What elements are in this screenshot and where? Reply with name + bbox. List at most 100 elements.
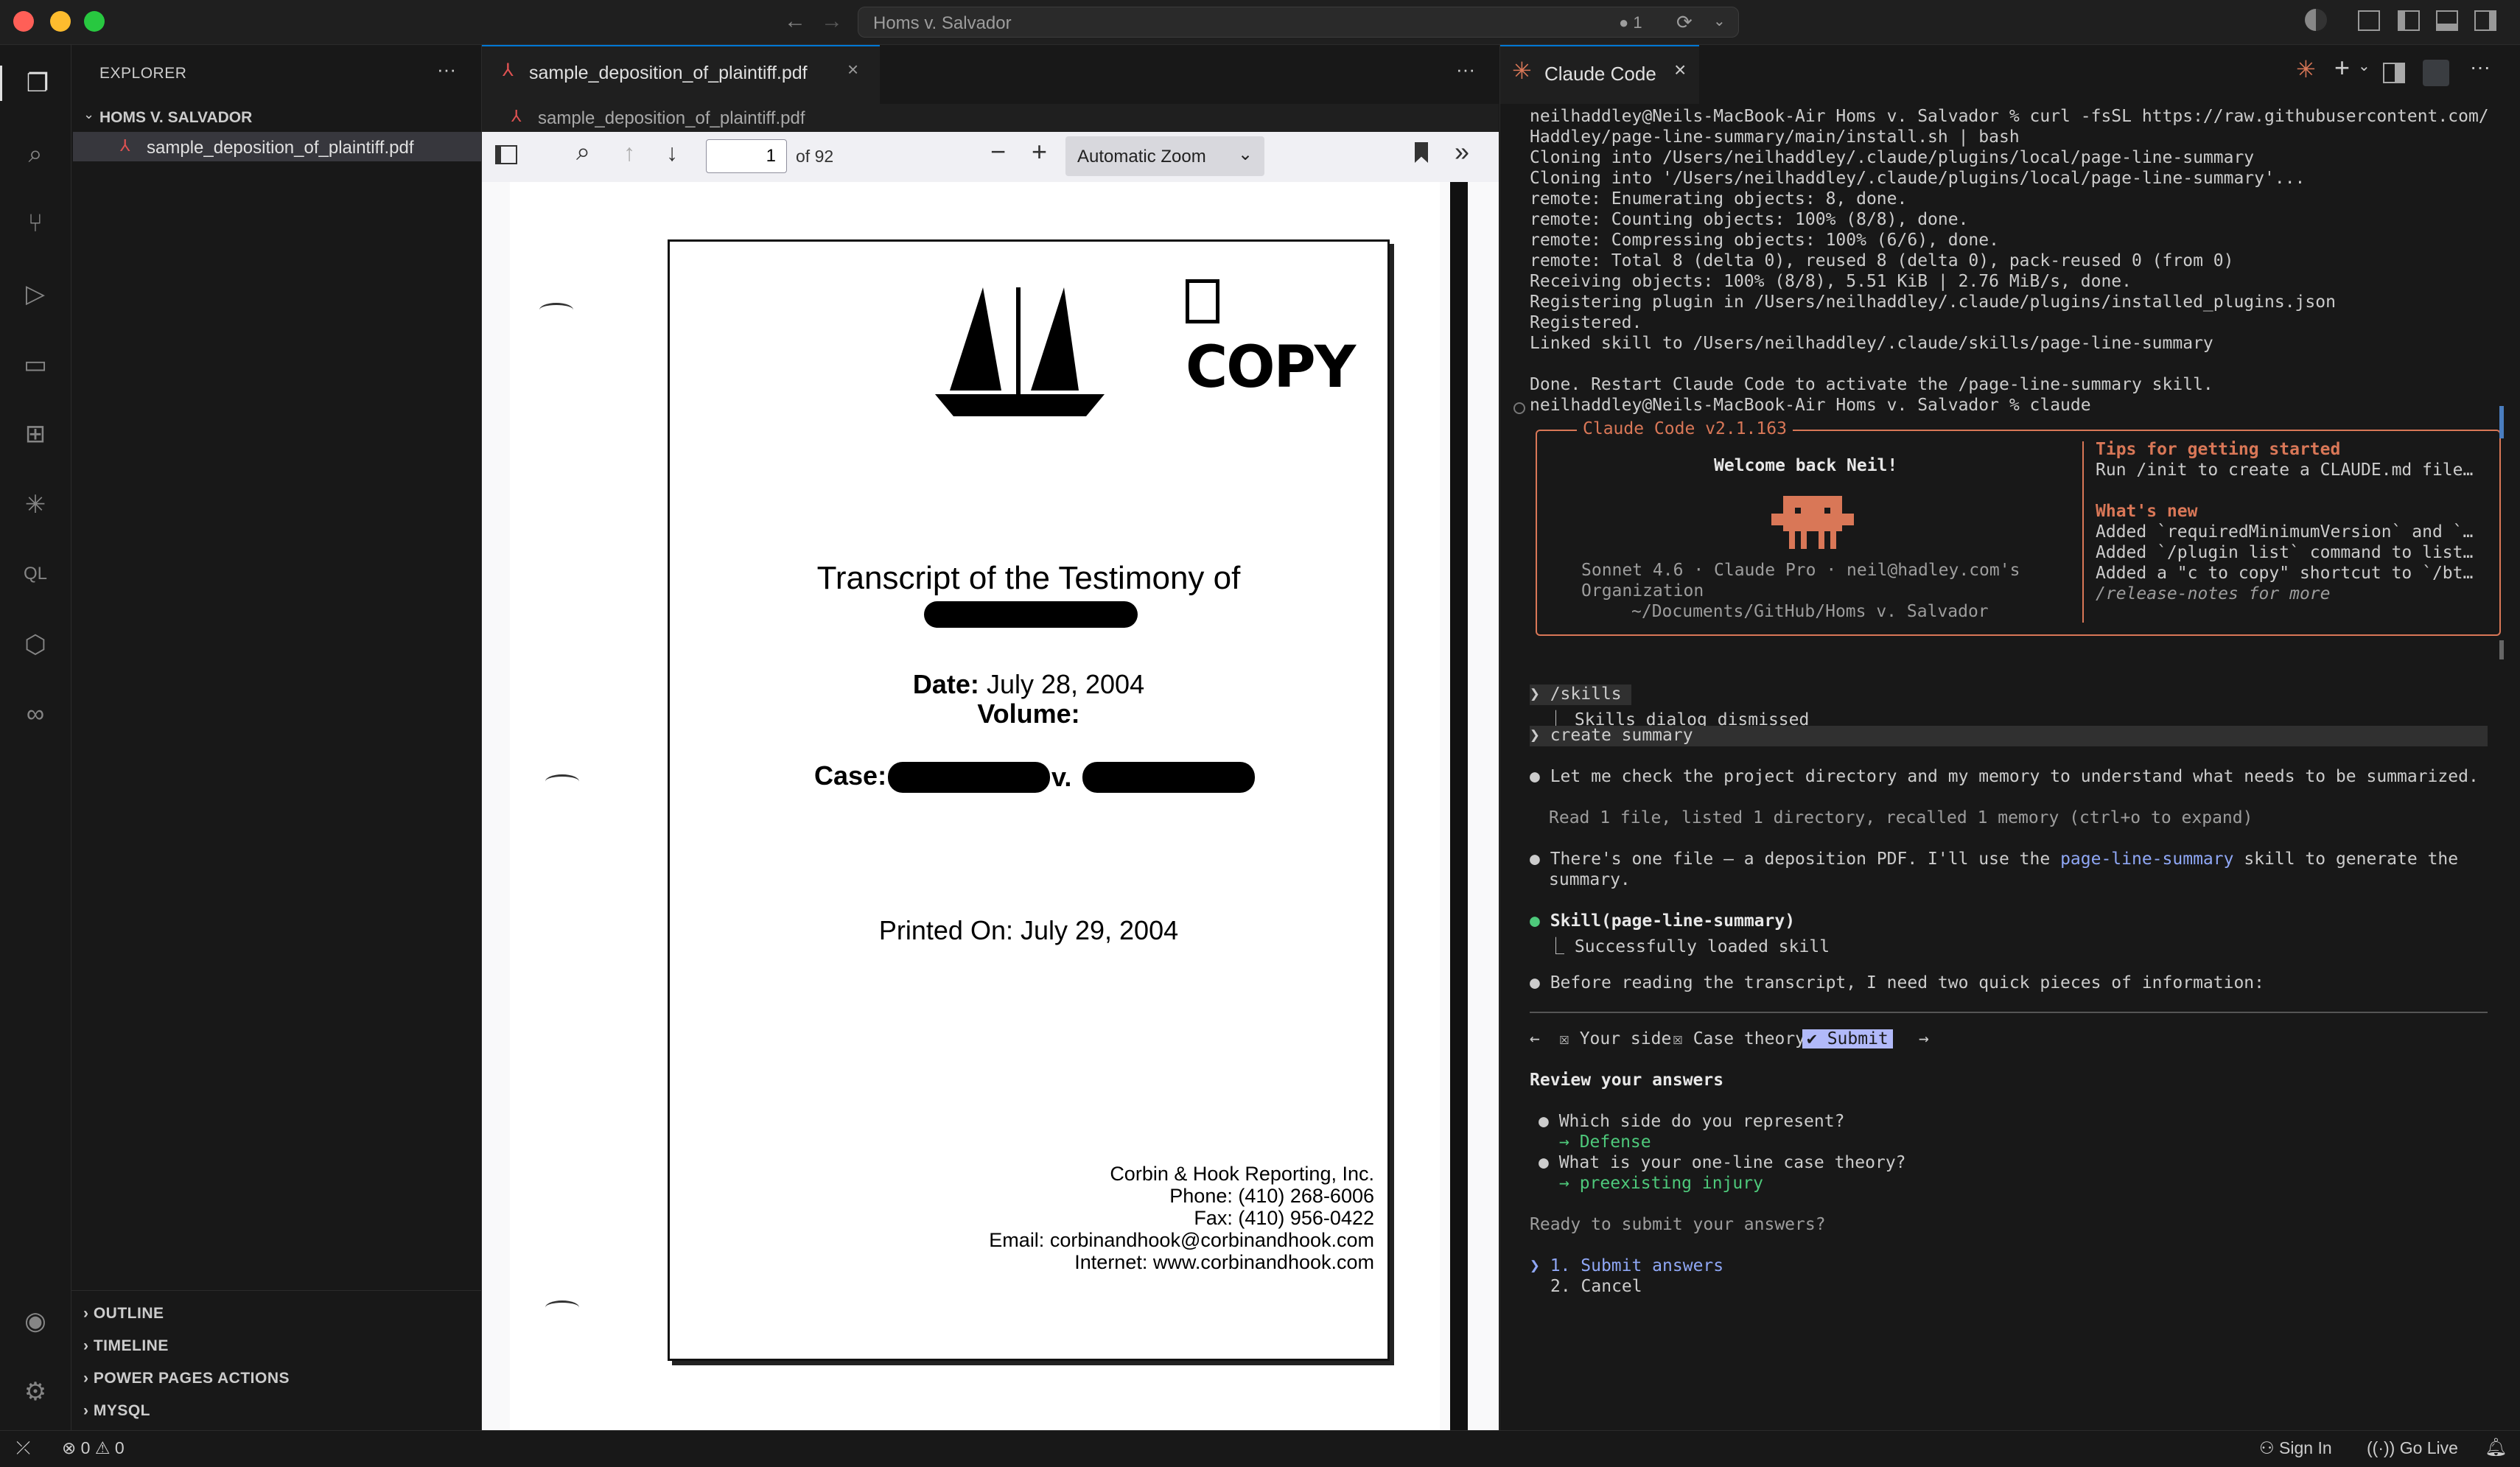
next-page-icon[interactable]: ↓ <box>666 139 678 167</box>
maximize-window-button[interactable] <box>84 11 105 32</box>
broadcast-icon: ((·)) <box>2367 1438 2395 1457</box>
remote-indicator-icon[interactable]: ⤫ <box>16 1438 30 1459</box>
editor-tabs: ⅄ sample_deposition_of_plaintiff.pdf × ·… <box>482 45 1499 104</box>
tab-claude-code[interactable]: ✳ Claude Code × <box>1500 45 1699 104</box>
skill-link[interactable]: page-line-summary <box>2060 850 2233 869</box>
close-tab-icon[interactable]: × <box>847 58 858 81</box>
pdf-file-icon: ⅄ <box>120 136 130 155</box>
page-number-input[interactable] <box>706 139 787 173</box>
power-platform-icon[interactable]: ∞ <box>18 696 53 732</box>
zoom-out-icon[interactable]: − <box>990 136 1006 167</box>
copilot-icon[interactable] <box>2305 9 2327 31</box>
document-frame: COPY Transcript of the Testimony of Date… <box>668 239 1390 1361</box>
terminal-line: Registering plugin in /Users/neilhaddley… <box>1530 293 2336 312</box>
command-center-search[interactable]: Homs v. Salvador ● 1 ⟳ ⌄ <box>858 7 1739 38</box>
assistant-message: ● There's one file — a deposition PDF. I… <box>1530 850 2459 869</box>
scan-mark <box>545 774 579 788</box>
bookmark-icon[interactable] <box>1415 142 1428 163</box>
go-live-button[interactable]: ((·)) Go Live <box>2367 1438 2458 1458</box>
find-icon[interactable]: ⌕ <box>576 138 590 167</box>
sql-icon[interactable]: QL <box>18 556 53 592</box>
copy-stamp: COPY <box>1186 268 1387 401</box>
breadcrumb-item[interactable]: sample_deposition_of_plaintiff.pdf <box>538 108 805 129</box>
organization-line: Organization <box>1581 581 1704 601</box>
command-text: create summary <box>1550 726 1693 745</box>
problems-indicator[interactable]: ● 1 <box>1619 13 1642 32</box>
question-tab-submit[interactable]: ✔ Submit <box>1802 1029 1893 1048</box>
power-pages-actions-section[interactable]: › POWER PAGES ACTIONS <box>83 1370 290 1387</box>
document-title: Transcript of the Testimony of <box>816 560 1241 596</box>
search-icon[interactable]: ⌕ <box>18 136 53 172</box>
close-window-button[interactable] <box>13 11 34 32</box>
explorer-icon[interactable]: ❐ <box>0 66 73 101</box>
claude-code-panel: ✳ Claude Code × ✳ + ⌄ ··· neilhaddley@Ne… <box>1499 45 2520 1430</box>
message-text: There's one file — a deposition PDF. I'l… <box>1550 850 2061 869</box>
notifications-bell-icon[interactable]: 🔔︎ <box>2485 1437 2507 1458</box>
question-tab-case-theory[interactable]: ☒ Case theory <box>1673 1029 1805 1048</box>
zoom-in-icon[interactable]: + <box>1032 136 1047 167</box>
next-question-icon[interactable]: → <box>1919 1029 1929 1048</box>
chat-icon[interactable]: ⟳ <box>1676 11 1693 34</box>
release-notes-link[interactable]: /release-notes for more <box>2096 584 2331 603</box>
more-actions-icon[interactable]: ··· <box>437 58 456 81</box>
tool-summary[interactable]: Read 1 file, listed 1 directory, recalle… <box>1549 808 2253 827</box>
toggle-secondary-sidebar-icon[interactable] <box>2474 10 2496 31</box>
more-actions-icon[interactable]: ··· <box>2470 55 2491 79</box>
terminal-line: Done. Restart Claude Code to activate th… <box>1530 375 2213 394</box>
close-tab-icon[interactable]: × <box>1674 58 1686 82</box>
settings-gear-icon[interactable]: ⚙ <box>18 1374 53 1410</box>
reporter-name: Corbin & Hook Reporting, Inc. <box>1110 1163 1374 1185</box>
panel-tabs: ✳ Claude Code × ✳ + ⌄ ··· <box>1500 45 2520 104</box>
pdf-page: COPY Transcript of the Testimony of Date… <box>510 182 1440 1430</box>
scrollbar-thumb[interactable] <box>2499 640 2504 659</box>
file-row[interactable]: ⅄ sample_deposition_of_plaintiff.pdf <box>73 132 481 161</box>
problems-summary[interactable]: ⊗ 0 ⚠ 0 <box>62 1438 125 1458</box>
ready-prompt: Ready to submit your answers? <box>1530 1215 1826 1234</box>
tab-pdf[interactable]: ⅄ sample_deposition_of_plaintiff.pdf × <box>482 45 880 104</box>
review-question: ● What is your one-line case theory? <box>1539 1153 1906 1172</box>
chevron-down-icon[interactable]: ⌄ <box>2358 57 2370 75</box>
tools-menu-icon[interactable]: » <box>1455 136 1469 167</box>
chevron-down-icon[interactable]: ⌄ <box>1713 12 1726 30</box>
containers-icon[interactable]: ⬡ <box>18 627 53 662</box>
cancel-option[interactable]: 2. Cancel <box>1550 1277 1642 1296</box>
editor-more-actions-icon[interactable]: ··· <box>1456 58 1475 81</box>
path-line: ~/Documents/GitHub/Homs v. Salvador <box>1631 602 1989 621</box>
mysql-section[interactable]: › MYSQL <box>83 1402 150 1420</box>
timeline-section[interactable]: › TIMELINE <box>83 1337 169 1355</box>
remote-explorer-icon[interactable]: ▭ <box>18 347 53 382</box>
accounts-icon[interactable]: ◉ <box>18 1303 53 1339</box>
outline-section[interactable]: › OUTLINE <box>83 1305 164 1323</box>
model-line: Sonnet 4.6 · Claude Pro · neil@hadley.co… <box>1581 561 2020 580</box>
toggle-panel-icon[interactable] <box>2436 10 2458 31</box>
submit-answers-option[interactable]: ❯ 1. Submit answers <box>1530 1256 1723 1275</box>
pdf-viewer[interactable]: COPY Transcript of the Testimony of Date… <box>482 182 1499 1430</box>
tips-title: Tips for getting started <box>2096 440 2341 459</box>
conversation: ❯ /skills ⎿ Skills dialog dismissed ❯ cr… <box>1530 685 2517 1421</box>
customize-layout-icon[interactable] <box>2358 10 2380 31</box>
claude-icon[interactable]: ✳ <box>18 487 53 522</box>
claude-icon[interactable]: ✳ <box>2296 55 2316 83</box>
folder-row[interactable]: ⌄ HOMS V. SALVADOR <box>79 105 477 130</box>
welcome-divider <box>2082 441 2084 623</box>
back-arrow-icon[interactable]: ← <box>784 9 806 34</box>
lock-icon[interactable] <box>2423 60 2449 86</box>
new-session-icon[interactable]: + <box>2334 52 2350 83</box>
sign-in-button[interactable]: ⚇ Sign In <box>2259 1438 2332 1458</box>
run-debug-icon[interactable]: ▷ <box>18 276 53 312</box>
terminal-line: remote: Enumerating objects: 8, done. <box>1530 189 1908 209</box>
reporter-email: Email: corbinandhook@corbinandhook.com <box>989 1229 1374 1251</box>
zoom-select[interactable]: Automatic Zoom ⌄ <box>1065 136 1264 176</box>
toggle-primary-sidebar-icon[interactable] <box>2398 10 2420 31</box>
previous-page-icon[interactable]: ↑ <box>623 139 635 167</box>
split-editor-icon[interactable] <box>2383 63 2405 83</box>
toggle-sidebar-icon[interactable] <box>495 145 517 164</box>
forward-arrow-icon[interactable]: → <box>821 9 843 34</box>
previous-question-icon[interactable]: ← <box>1530 1029 1540 1048</box>
source-control-icon[interactable]: ⑂ <box>18 206 53 241</box>
question-tab-your-side[interactable]: ☒ Your side <box>1559 1029 1671 1048</box>
terminal-line: Linked skill to /Users/neilhaddley/.clau… <box>1530 334 2213 353</box>
extensions-icon[interactable]: ⊞ <box>18 416 53 452</box>
minimize-window-button[interactable] <box>50 11 71 32</box>
terminal-line: Cloning into /Users/neilhaddley/.claude/… <box>1530 148 2255 167</box>
